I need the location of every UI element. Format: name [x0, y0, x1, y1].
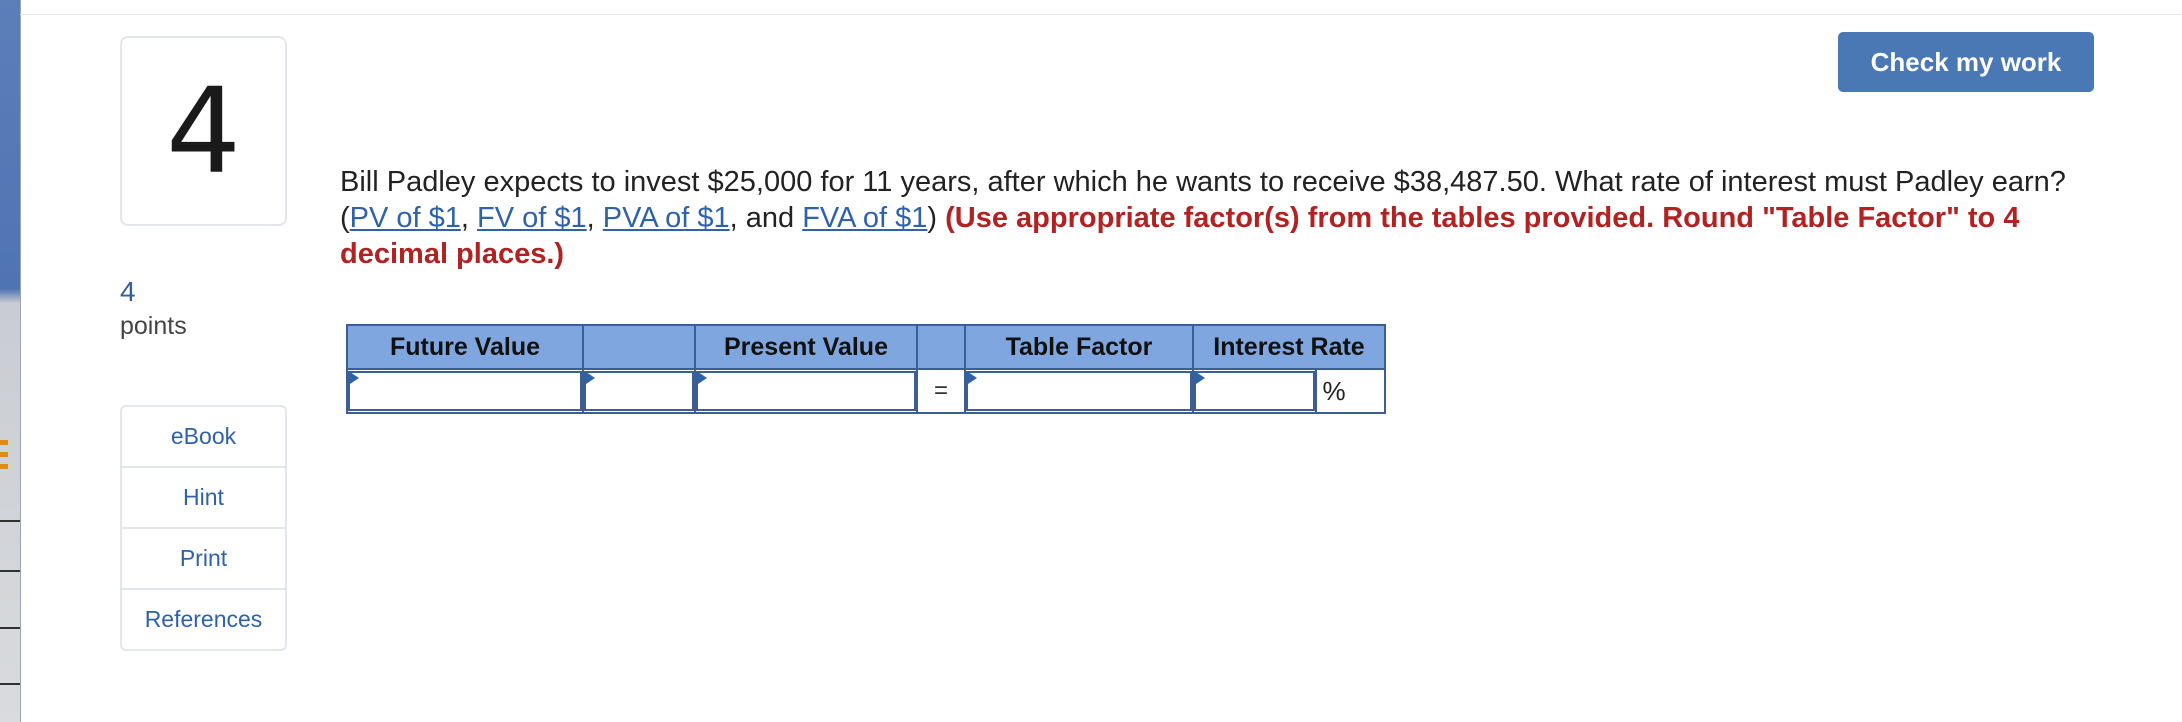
points-label: points: [120, 312, 187, 340]
calculation-table: Future Value Present Value Table Factor …: [346, 324, 1387, 414]
table-header-row: Future Value Present Value Table Factor …: [346, 324, 1386, 370]
strip-mark: [0, 452, 8, 457]
header-blank-equals: [916, 324, 966, 370]
table-factor-input[interactable]: [966, 371, 1192, 411]
references-link[interactable]: References: [122, 588, 285, 649]
header-interest-rate: Interest Rate: [1192, 324, 1386, 370]
ebook-link[interactable]: eBook: [122, 407, 285, 466]
strip-mark: [0, 440, 8, 445]
percent-sign: %: [1314, 368, 1387, 414]
header-present-value: Present Value: [694, 324, 918, 370]
hint-link[interactable]: Hint: [122, 466, 285, 527]
interest-rate-cell: [1192, 368, 1317, 414]
strip-tick: [0, 683, 20, 685]
left-window-strip: [0, 0, 21, 722]
separator: ,: [586, 202, 603, 234]
separator: , and: [729, 202, 803, 234]
fva-of-1-link[interactable]: FVA of $1: [802, 202, 927, 234]
operator-cell: [582, 368, 696, 414]
points-value: 4: [120, 276, 136, 307]
paren-close: ): [927, 202, 946, 234]
separator: ,: [460, 202, 478, 234]
table-factor-cell: [964, 368, 1194, 414]
pva-of-1-link[interactable]: PVA of $1: [603, 202, 730, 234]
present-value-input[interactable]: [696, 371, 916, 411]
strip-tick: [0, 520, 20, 522]
check-my-work-button[interactable]: Check my work: [1838, 32, 2094, 92]
strip-tick: [0, 570, 20, 572]
question-text: Bill Padley expects to invest $25,000 fo…: [340, 164, 2110, 272]
header-divider: [20, 14, 2182, 15]
header-table-factor: Table Factor: [964, 324, 1194, 370]
print-link[interactable]: Print: [122, 527, 285, 588]
resource-links: eBook Hint Print References: [120, 405, 287, 651]
future-value-cell: [346, 368, 584, 414]
fv-of-1-link[interactable]: FV of $1: [477, 202, 587, 234]
operator-input[interactable]: [584, 371, 694, 411]
strip-mark: [0, 464, 8, 469]
present-value-cell: [694, 368, 918, 414]
strip-tick: [0, 627, 20, 629]
header-blank-operator: [582, 324, 696, 370]
equals-sign: =: [916, 368, 966, 414]
question-number: 4: [120, 36, 287, 226]
table-row: = %: [346, 368, 1387, 414]
header-future-value: Future Value: [346, 324, 584, 370]
pv-of-1-link[interactable]: PV of $1: [350, 202, 461, 234]
future-value-input[interactable]: [348, 371, 582, 411]
interest-rate-input[interactable]: [1194, 371, 1315, 411]
